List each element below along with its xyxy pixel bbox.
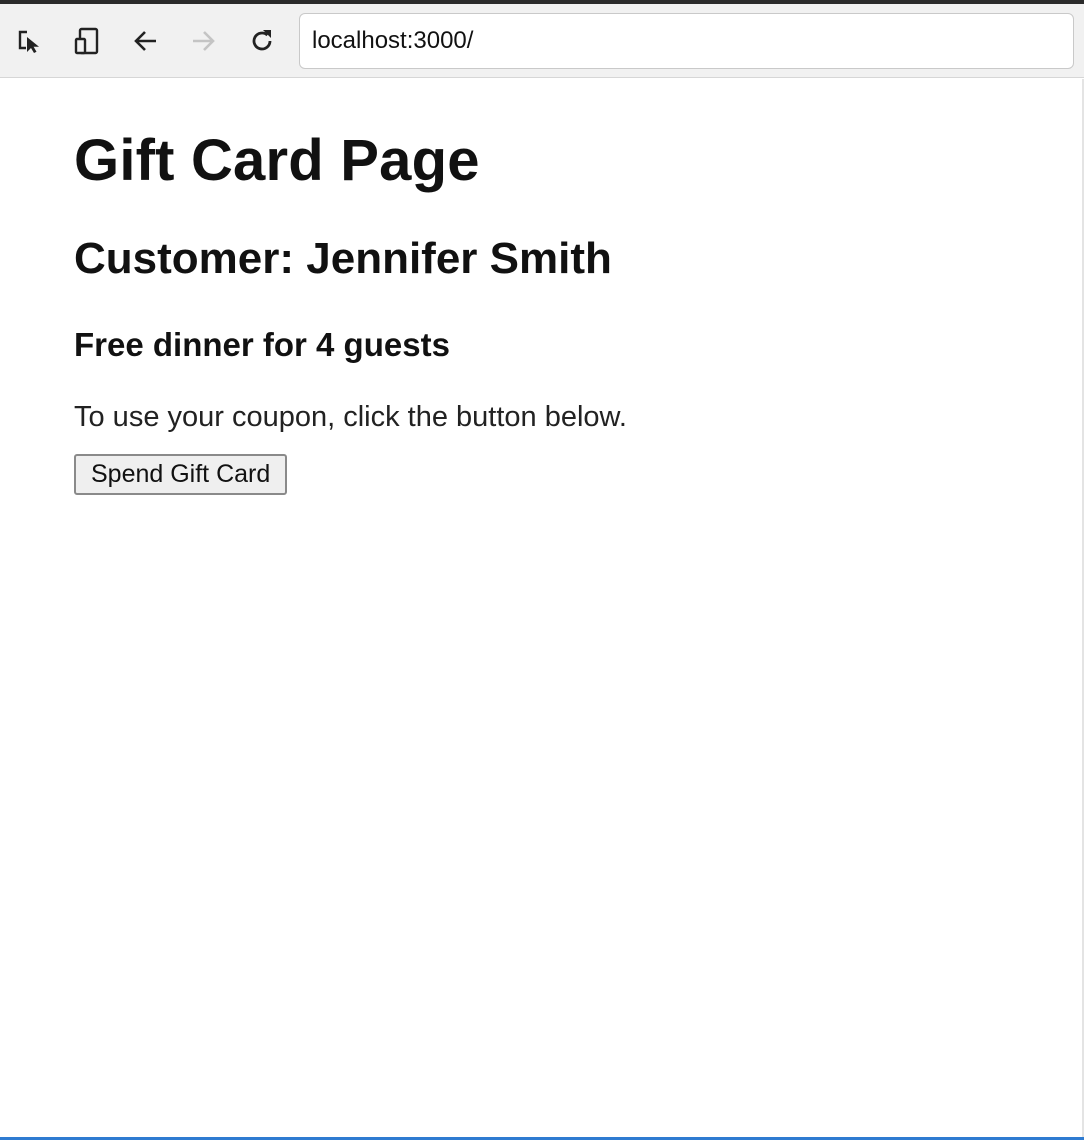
device-toolbar-icon[interactable]	[70, 24, 104, 58]
back-arrow-icon[interactable]	[129, 24, 163, 58]
url-input[interactable]	[312, 27, 1073, 55]
forward-arrow-icon[interactable]	[186, 24, 220, 58]
reload-icon[interactable]	[245, 24, 279, 58]
gift-offer: Free dinner for 4 guests	[74, 326, 450, 363]
inspect-element-icon[interactable]	[12, 24, 46, 58]
spend-gift-card-button[interactable]: Spend Gift Card	[74, 454, 288, 495]
browser-toolbar	[0, 4, 1084, 78]
page-title: Gift Card Page	[74, 128, 480, 193]
instruction-text: To use your coupon, click the button bel…	[74, 401, 627, 433]
customer-name: Customer: Jennifer Smith	[74, 234, 612, 283]
address-bar[interactable]	[299, 13, 1074, 69]
gift-card-content: Gift Card Page Customer: Jennifer Smith …	[74, 128, 974, 495]
